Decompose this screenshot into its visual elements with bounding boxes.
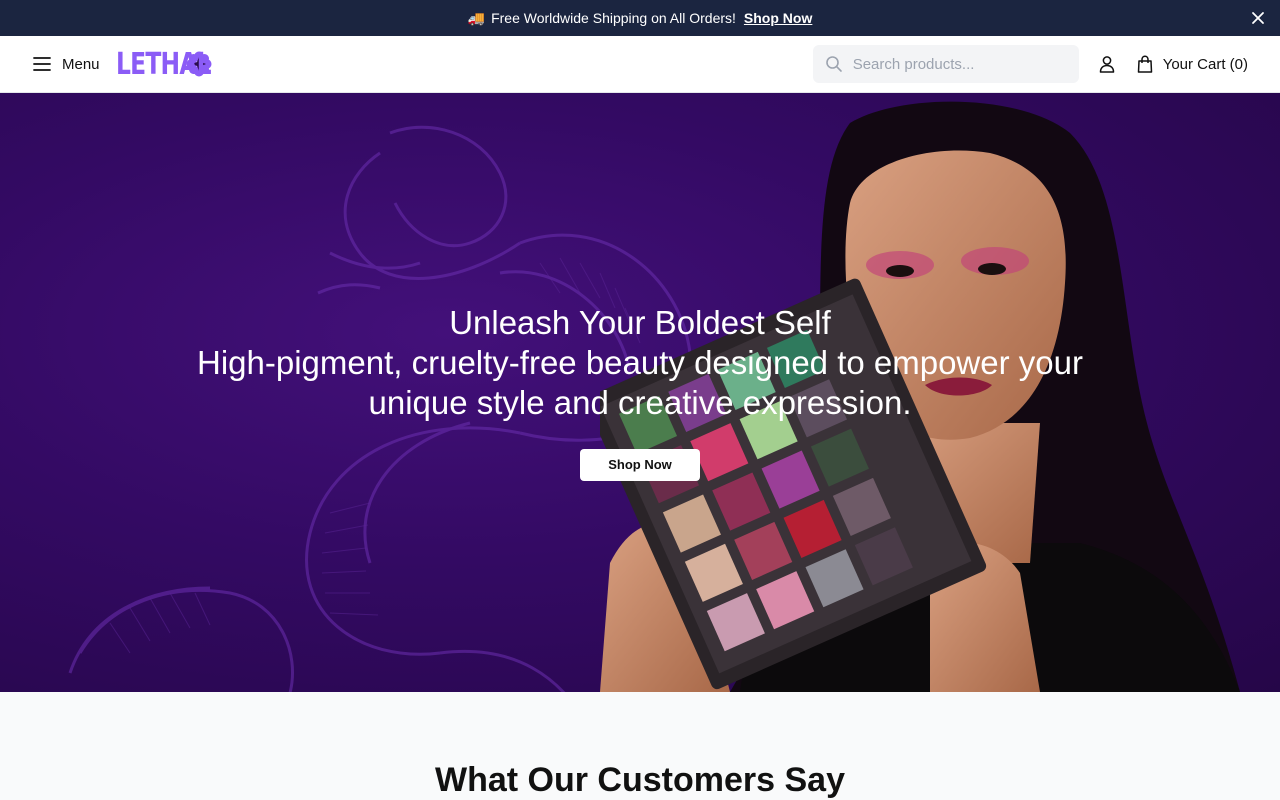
site-header: Menu LETHAL You	[0, 36, 1280, 93]
announcement-text: Free Worldwide Shipping on All Orders!	[491, 10, 736, 26]
search-icon	[825, 56, 842, 72]
account-button[interactable]	[1097, 54, 1117, 74]
truck-icon: 🚚	[467, 9, 486, 26]
logo-text: LETHAL	[115, 46, 212, 82]
user-icon	[1099, 56, 1114, 73]
cart-label: Your Cart (0)	[1162, 55, 1248, 73]
search-box[interactable]	[812, 45, 1079, 83]
announcement-shop-now-link[interactable]: Shop Now	[744, 10, 812, 26]
logo[interactable]: LETHAL	[116, 47, 212, 82]
hero-copy: Unleash Your Boldest Self High-pigment, …	[0, 303, 1280, 481]
shopping-bag-icon	[1137, 55, 1152, 73]
testimonials-heading: What Our Customers Say	[435, 761, 845, 799]
hero-title: Unleash Your Boldest Self	[449, 304, 831, 341]
menu-label: Menu	[62, 55, 100, 73]
close-icon[interactable]	[1250, 10, 1266, 26]
hero-subtitle: High-pigment, cruelty-free beauty design…	[197, 344, 1083, 421]
testimonials-section: What Our Customers Say	[0, 692, 1280, 800]
hero-shop-now-button[interactable]: Shop Now	[580, 449, 700, 481]
search-input[interactable]	[852, 55, 1067, 73]
announcement-bar: 🚚 Free Worldwide Shipping on All Orders!…	[0, 0, 1280, 36]
menu-button[interactable]: Menu	[32, 56, 100, 73]
hamburger-icon	[33, 57, 51, 71]
cart-button[interactable]: Your Cart (0)	[1137, 55, 1248, 73]
hero-banner: Unleash Your Boldest Self High-pigment, …	[0, 93, 1280, 692]
